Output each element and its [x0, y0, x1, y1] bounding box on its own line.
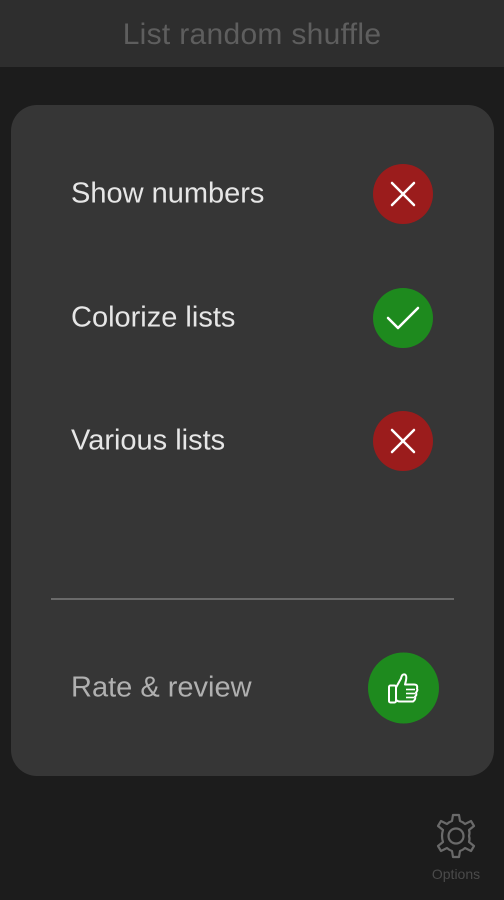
- check-icon: [386, 306, 420, 330]
- setting-row-show-numbers[interactable]: Show numbers: [11, 159, 494, 229]
- rate-review-label: Rate & review: [71, 671, 252, 704]
- x-icon: [390, 428, 416, 454]
- app-screen: List random shuffle Show numbers Coloriz…: [0, 0, 504, 900]
- options-label: Options: [431, 866, 481, 882]
- x-icon: [390, 181, 416, 207]
- setting-row-colorize-lists[interactable]: Colorize lists: [11, 283, 494, 353]
- options-button[interactable]: Options: [424, 812, 488, 892]
- settings-panel: Show numbers Colorize lists Various list…: [11, 105, 494, 776]
- show-numbers-toggle[interactable]: [373, 164, 433, 224]
- section-divider: [51, 598, 454, 600]
- setting-label-various-lists: Various lists: [71, 424, 226, 457]
- various-lists-toggle[interactable]: [373, 411, 433, 471]
- setting-label-show-numbers: Show numbers: [71, 177, 265, 210]
- setting-label-colorize-lists: Colorize lists: [71, 301, 236, 334]
- top-bar: List random shuffle: [0, 0, 504, 67]
- thumbs-up-icon: [387, 672, 418, 703]
- app-title: List random shuffle: [122, 17, 382, 51]
- rate-review-button[interactable]: [368, 652, 439, 724]
- rate-review-row[interactable]: Rate & review: [11, 652, 494, 724]
- setting-row-various-lists[interactable]: Various lists: [11, 406, 494, 476]
- colorize-lists-toggle[interactable]: [373, 288, 433, 348]
- gear-icon: [436, 813, 476, 859]
